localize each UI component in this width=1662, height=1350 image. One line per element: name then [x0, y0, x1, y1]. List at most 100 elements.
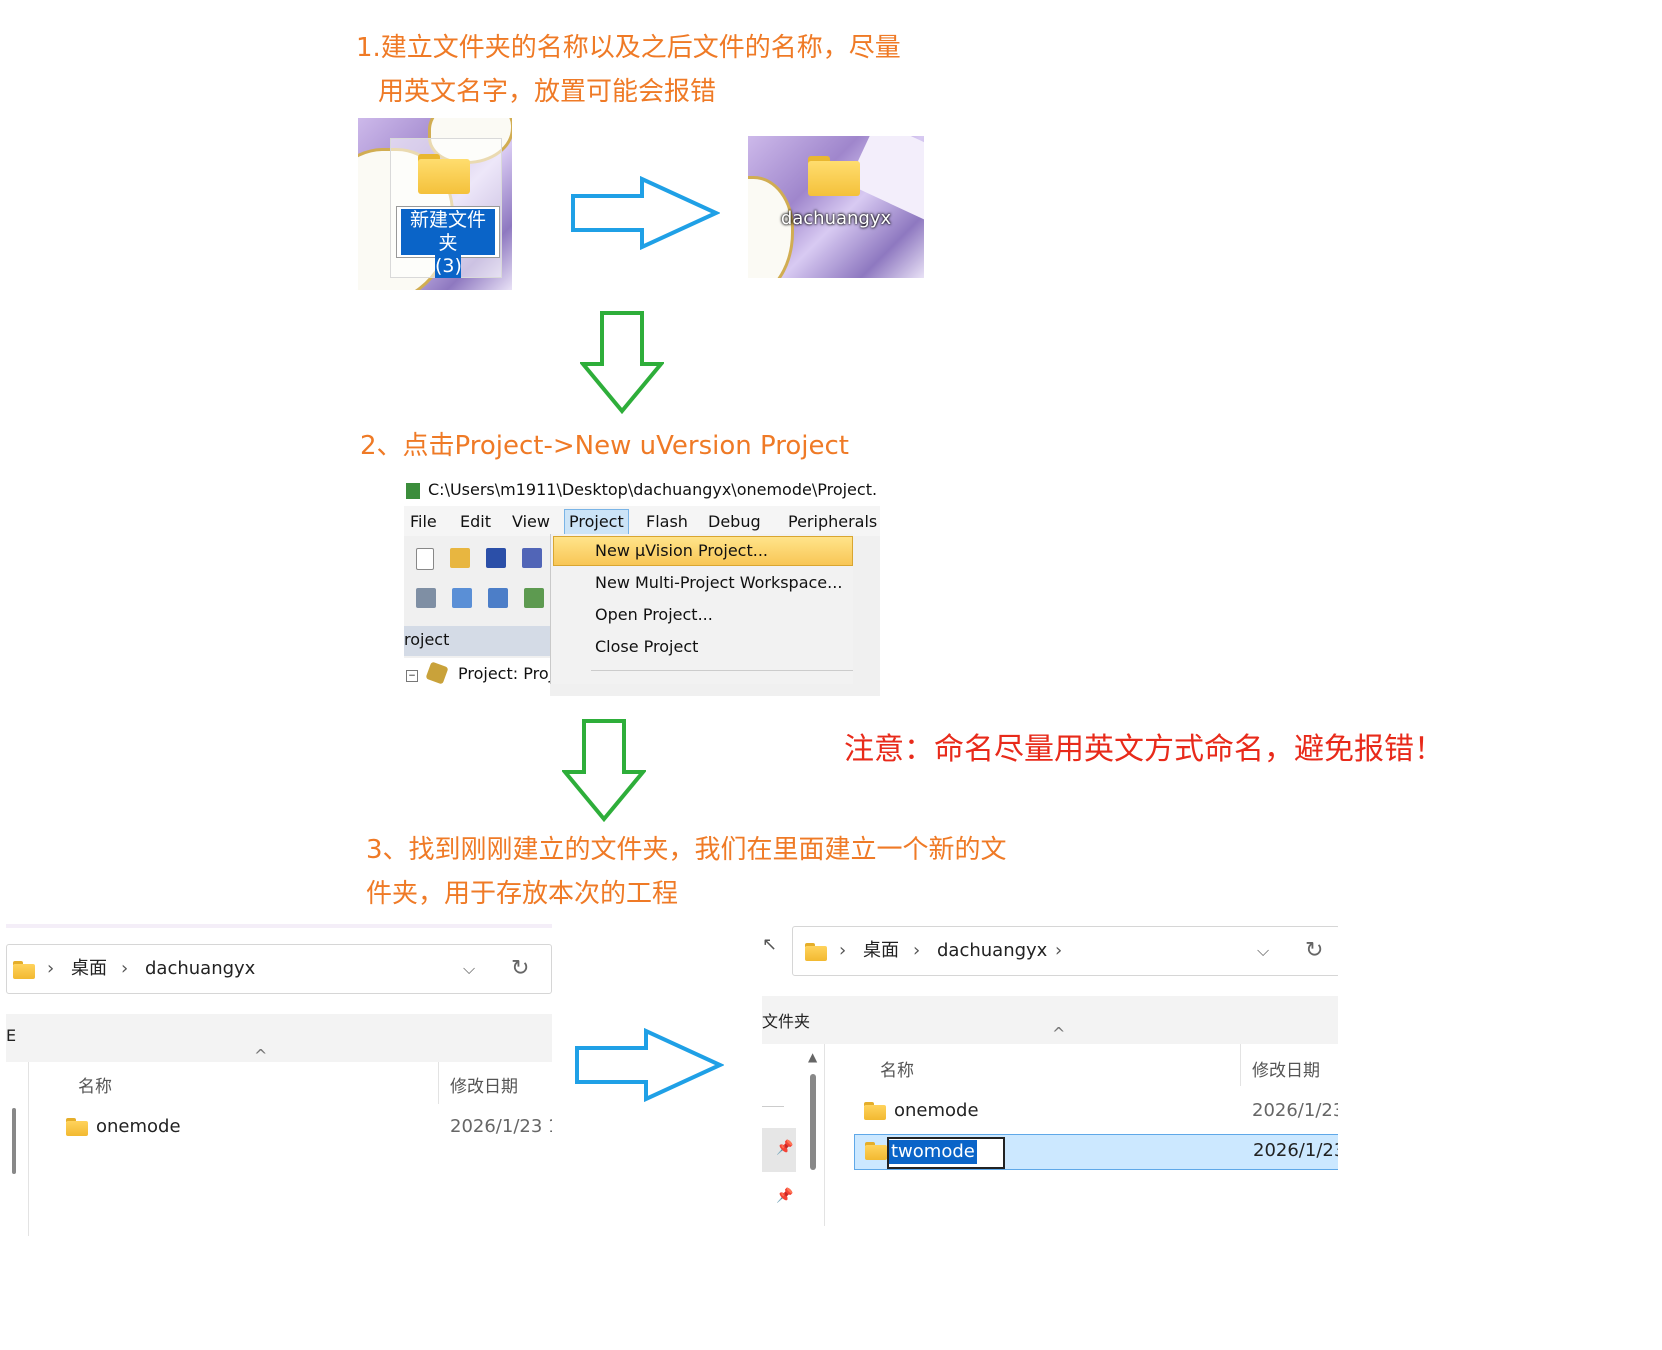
rename-field[interactable]: twomode — [887, 1137, 1005, 1169]
address-bar[interactable]: › 桌面 › dachuangyx › ⌵ ↻ — [792, 926, 1338, 976]
menu-edit[interactable]: Edit — [456, 510, 495, 534]
step3-line2: 件夹，用于存放本次的工程 — [366, 879, 679, 909]
column-header-date[interactable]: 修改日期 — [450, 1072, 518, 1097]
step3-line1: 3、找到刚刚建立的文件夹，我们在里面建立一个新的文 — [366, 835, 1007, 865]
menu-peripherals[interactable]: Peripherals — [784, 510, 880, 534]
refresh-icon[interactable]: ↻ — [1305, 927, 1323, 975]
note-warning: 注意：命名尽量用英文方式命名，避免报错！ — [844, 732, 1444, 767]
collapse-icon[interactable]: − — [406, 670, 418, 682]
file-date: 2026/1/23 — [1253, 1140, 1338, 1161]
keil-app-icon — [406, 483, 420, 499]
sort-ascending-icon[interactable]: ^ — [1052, 1024, 1065, 1043]
menu-debug[interactable]: Debug — [704, 510, 765, 534]
folder-icon[interactable] — [418, 154, 470, 194]
rename-value: twomode — [889, 1140, 977, 1164]
navigation-pane: 📌 📌 ▲ — [762, 1044, 822, 1226]
translate-icon[interactable] — [416, 588, 436, 608]
menu-item-close-project[interactable]: Close Project — [595, 633, 698, 661]
right-arrow-icon — [571, 176, 720, 250]
chevron-right-icon: › — [1055, 940, 1063, 961]
nav-divider — [762, 1106, 784, 1107]
menu-item-new-multi-project-workspace[interactable]: New Multi-Project Workspace... — [595, 569, 842, 597]
folder-icon — [66, 1118, 88, 1136]
menu-project[interactable]: Project — [564, 509, 629, 535]
step1-line1: 1.建立文件夹的名称以及之后文件的名称，尽量 — [356, 33, 901, 63]
file-name: onemode — [894, 1100, 979, 1121]
column-divider[interactable] — [1240, 1044, 1241, 1086]
chevron-right-icon: › — [121, 958, 129, 979]
rebuild-icon[interactable] — [488, 588, 508, 608]
chevron-right-icon: › — [839, 940, 847, 961]
window-title: C:\Users\m1911\Desktop\dachuangyx\onemod… — [428, 480, 878, 499]
list-item[interactable]: onemode 2026/1/23 — [854, 1092, 1338, 1132]
pin-icon[interactable]: 📌 — [776, 1188, 793, 1204]
folder-icon[interactable] — [808, 156, 860, 196]
right-arrow-icon — [575, 1028, 724, 1102]
side-label: 文件夹 — [762, 1012, 811, 1031]
folder-rename-field[interactable]: 新建文件夹 (3) — [396, 206, 500, 278]
project-tree-item[interactable]: Project: Proj — [458, 664, 553, 683]
column-header-date[interactable]: 修改日期 — [1252, 1056, 1320, 1081]
desktop-thumbnail-renamed-folder: dachuangyx — [748, 136, 924, 278]
column-header-name[interactable]: 名称 — [880, 1056, 914, 1081]
menu-item-new-uvision-project[interactable]: New µVision Project... — [595, 537, 768, 565]
command-bar: E — [6, 1014, 552, 1062]
chevron-down-icon[interactable]: ⌵ — [1257, 927, 1269, 975]
chevron-right-icon: › — [47, 958, 55, 979]
breadcrumb-desktop[interactable]: 桌面 — [71, 945, 107, 993]
file-name: onemode — [96, 1116, 181, 1137]
sort-ascending-icon[interactable]: ^ — [254, 1046, 267, 1065]
menu-view[interactable]: View — [508, 510, 554, 534]
scrollbar-thumb[interactable] — [12, 1108, 16, 1174]
save-icon[interactable] — [486, 548, 506, 568]
folder-name-line1: 新建文件夹 — [401, 209, 495, 255]
folder-name: dachuangyx — [780, 208, 892, 229]
chevron-right-icon: › — [913, 940, 921, 961]
project-tree: − Project: Proj — [404, 658, 553, 696]
menu-flash[interactable]: Flash — [642, 510, 692, 534]
menu-file[interactable]: File — [406, 510, 441, 534]
list-item-selected[interactable]: twomode 2026/1/23 — [854, 1134, 1338, 1170]
nav-pane-divider — [28, 1062, 29, 1236]
project-menu-dropdown: New µVision Project... New Multi-Project… — [550, 534, 853, 684]
menu-separator — [591, 670, 853, 671]
project-icon — [425, 661, 449, 685]
folder-icon — [864, 1102, 886, 1120]
breadcrumb-dachuangyx[interactable]: dachuangyx — [145, 945, 255, 993]
folder-name-line2: (3) — [435, 255, 462, 278]
download-icon[interactable] — [524, 588, 544, 608]
build-icon[interactable] — [452, 588, 472, 608]
keil-window: C:\Users\m1911\Desktop\dachuangyx\onemod… — [404, 476, 880, 696]
column-divider[interactable] — [438, 1062, 439, 1104]
pin-arrow-icon: ↖ — [762, 934, 778, 955]
project-panel-title: roject — [404, 630, 450, 649]
folder-icon — [805, 943, 827, 961]
title-bar: C:\Users\m1911\Desktop\dachuangyx\onemod… — [404, 476, 880, 506]
chevron-down-icon[interactable]: ⌵ — [463, 945, 475, 993]
pin-icon[interactable]: 📌 — [776, 1140, 793, 1156]
scroll-up-icon[interactable]: ▲ — [808, 1050, 817, 1064]
address-bar[interactable]: › 桌面 › dachuangyx ⌵ ↻ — [6, 944, 552, 994]
folder-icon — [13, 961, 35, 979]
folder-icon — [865, 1142, 887, 1160]
file-date: 2026/1/23 1 — [450, 1116, 552, 1137]
step1-line2: 用英文名字，放置可能会报错 — [378, 77, 717, 107]
list-item[interactable]: onemode 2026/1/23 1 — [56, 1108, 552, 1148]
file-date: 2026/1/23 — [1252, 1100, 1338, 1121]
open-folder-icon[interactable] — [450, 548, 470, 568]
breadcrumb-desktop[interactable]: 桌面 — [863, 927, 899, 975]
save-all-icon[interactable] — [522, 548, 542, 568]
menu-bar: File Edit View Project Flash Debug Perip… — [404, 506, 880, 536]
breadcrumb-dachuangyx[interactable]: dachuangyx — [937, 927, 1047, 975]
project-panel-header: roject — [404, 626, 550, 656]
nav-pane-divider — [824, 1044, 825, 1226]
explorer-window-right: ↖ › 桌面 › dachuangyx › ⌵ ↻ 文件夹 📌 📌 ▲ ^ 名称… — [762, 920, 1338, 1226]
scrollbar-thumb[interactable] — [810, 1074, 816, 1170]
column-header-name[interactable]: 名称 — [78, 1072, 112, 1097]
menu-item-open-project[interactable]: Open Project... — [595, 601, 713, 629]
down-arrow-icon — [562, 719, 646, 822]
refresh-icon[interactable]: ↻ — [511, 945, 529, 993]
desktop-thumbnail-new-folder: 新建文件夹 (3) — [358, 118, 512, 290]
new-file-icon[interactable] — [416, 548, 434, 570]
command-bar: 文件夹 — [762, 996, 1338, 1044]
